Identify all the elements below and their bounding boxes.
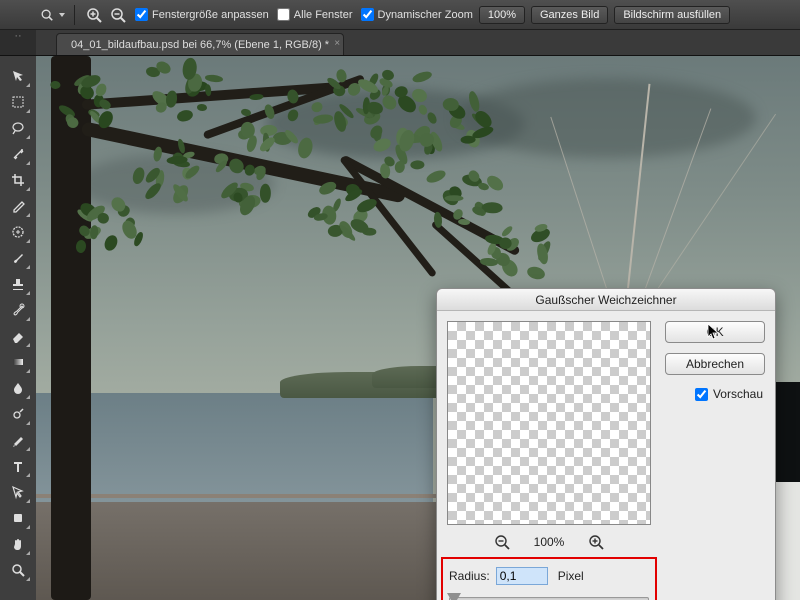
tool-eyedropper[interactable] — [5, 194, 31, 218]
dynamic-zoom-checkbox[interactable]: Dynamischer Zoom — [361, 8, 473, 21]
tool-type[interactable] — [5, 454, 31, 478]
tool-brush[interactable] — [5, 246, 31, 270]
cancel-button[interactable]: Abbrechen — [665, 353, 765, 375]
dynamic-zoom-label: Dynamischer Zoom — [378, 9, 473, 21]
radius-input[interactable] — [496, 567, 548, 585]
tool-move[interactable] — [5, 64, 31, 88]
ok-label: OK — [706, 325, 723, 339]
document-tab[interactable]: 04_01_bildaufbau.psd bei 66,7% (Ebene 1,… — [56, 33, 344, 55]
tool-path-select[interactable] — [5, 480, 31, 504]
radius-slider-thumb[interactable] — [447, 593, 461, 600]
document-tabstrip: 04_01_bildaufbau.psd bei 66,7% (Ebene 1,… — [36, 30, 800, 56]
document-canvas[interactable]: Gaußscher Weichzeichner 100% Radius: Pix… — [36, 56, 800, 600]
close-icon[interactable]: × — [334, 38, 340, 49]
radius-unit: Pixel — [558, 569, 584, 583]
preview-checkbox-label: Vorschau — [713, 387, 763, 401]
tool-marquee[interactable] — [5, 90, 31, 114]
tool-gradient[interactable] — [5, 350, 31, 374]
tool-hand[interactable] — [5, 532, 31, 556]
tool-healing[interactable] — [5, 220, 31, 244]
zoom-out-icon[interactable] — [109, 6, 127, 24]
tool-shape[interactable] — [5, 506, 31, 530]
ok-button[interactable]: OK — [665, 321, 765, 343]
tool-zoom[interactable] — [5, 558, 31, 582]
radius-label: Radius: — [449, 569, 490, 583]
zoom-dropdown[interactable] — [38, 8, 68, 22]
preview-checkbox[interactable]: Vorschau — [695, 387, 763, 401]
tool-eraser[interactable] — [5, 324, 31, 348]
all-windows-checkbox[interactable]: Alle Fenster — [277, 8, 353, 21]
preview-zoom-value: 100% — [534, 535, 565, 549]
tool-lasso[interactable] — [5, 116, 31, 140]
zoom-in-icon[interactable] — [85, 6, 103, 24]
document-tab-title: 04_01_bildaufbau.psd bei 66,7% (Ebene 1,… — [71, 39, 329, 51]
tool-crop[interactable] — [5, 168, 31, 192]
dialog-title: Gaußscher Weichzeichner — [437, 289, 775, 311]
gaussian-blur-dialog: Gaußscher Weichzeichner 100% Radius: Pix… — [436, 288, 776, 600]
fit-window-checkbox[interactable]: Fenstergröße anpassen — [135, 8, 269, 21]
tool-magic-wand[interactable] — [5, 142, 31, 166]
tab-well-handle[interactable] — [0, 30, 36, 56]
tool-palette — [0, 56, 36, 600]
tool-blur[interactable] — [5, 376, 31, 400]
zoom-level-button[interactable]: 100% — [479, 6, 525, 24]
tool-pen[interactable] — [5, 428, 31, 452]
tool-dodge[interactable] — [5, 402, 31, 426]
options-bar: Fenstergröße anpassen Alle Fenster Dynam… — [0, 0, 800, 30]
preview-zoom-out-icon[interactable] — [494, 534, 510, 550]
preview-zoom-in-icon[interactable] — [588, 534, 604, 550]
all-windows-label: Alle Fenster — [294, 9, 353, 21]
tool-stamp[interactable] — [5, 272, 31, 296]
cancel-label: Abbrechen — [686, 357, 744, 371]
fit-window-label: Fenstergröße anpassen — [152, 9, 269, 21]
whole-image-button[interactable]: Ganzes Bild — [531, 6, 608, 24]
fill-screen-button[interactable]: Bildschirm ausfüllen — [614, 6, 730, 24]
filter-preview[interactable] — [447, 321, 651, 525]
tool-history-brush[interactable] — [5, 298, 31, 322]
